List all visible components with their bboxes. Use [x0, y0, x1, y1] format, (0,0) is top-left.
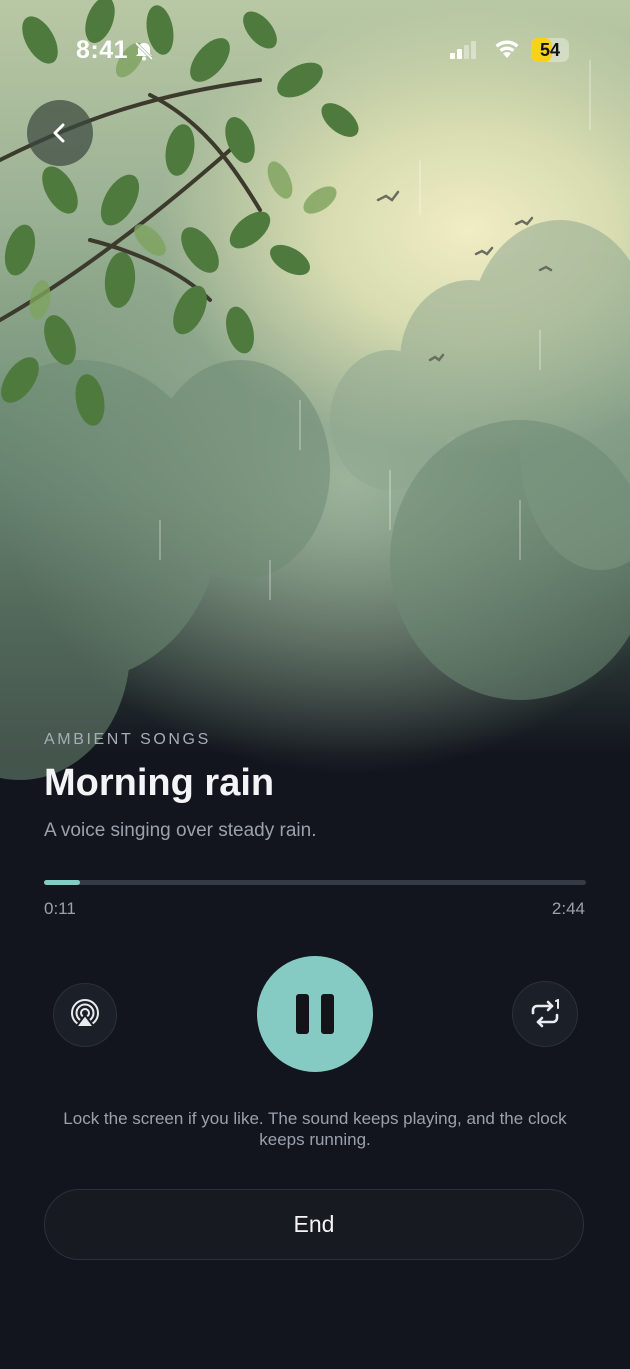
status-time: 8:41: [76, 36, 129, 64]
end-button[interactable]: End: [44, 1189, 584, 1260]
progress-bar[interactable]: [44, 880, 586, 885]
repeat-one-icon: [531, 999, 559, 1028]
background-playback-note: Lock the screen if you like. The sound k…: [63, 1109, 567, 1149]
back-button[interactable]: [27, 100, 93, 166]
battery-level: 54: [539, 40, 561, 60]
bell-slash-icon: [133, 40, 155, 67]
chevron-left-icon: [53, 123, 65, 143]
total-duration: 2:44: [551, 899, 585, 918]
wifi-icon: [494, 38, 520, 65]
repeat-button[interactable]: [512, 981, 578, 1047]
forest-rain-illustration: [0, 0, 630, 780]
track-category: AMBIENT SONGS: [44, 731, 211, 748]
pause-icon: [296, 994, 309, 1034]
airplay-button[interactable]: [53, 983, 117, 1047]
progress-fill: [44, 880, 81, 885]
album-artwork: [0, 0, 630, 820]
pause-button[interactable]: [257, 956, 373, 1072]
status-bar: 8:41 54: [0, 0, 630, 100]
airplay-audio-icon: [71, 999, 99, 1028]
track-title: Morning rain: [44, 762, 275, 804]
elapsed-time: 0:11: [44, 899, 76, 918]
battery-icon: 54: [531, 38, 569, 62]
end-button-label: End: [293, 1211, 335, 1237]
cellular-signal-icon: [450, 41, 478, 64]
track-description: A voice singing over steady rain.: [44, 820, 317, 841]
pause-icon-bar: [321, 994, 334, 1034]
